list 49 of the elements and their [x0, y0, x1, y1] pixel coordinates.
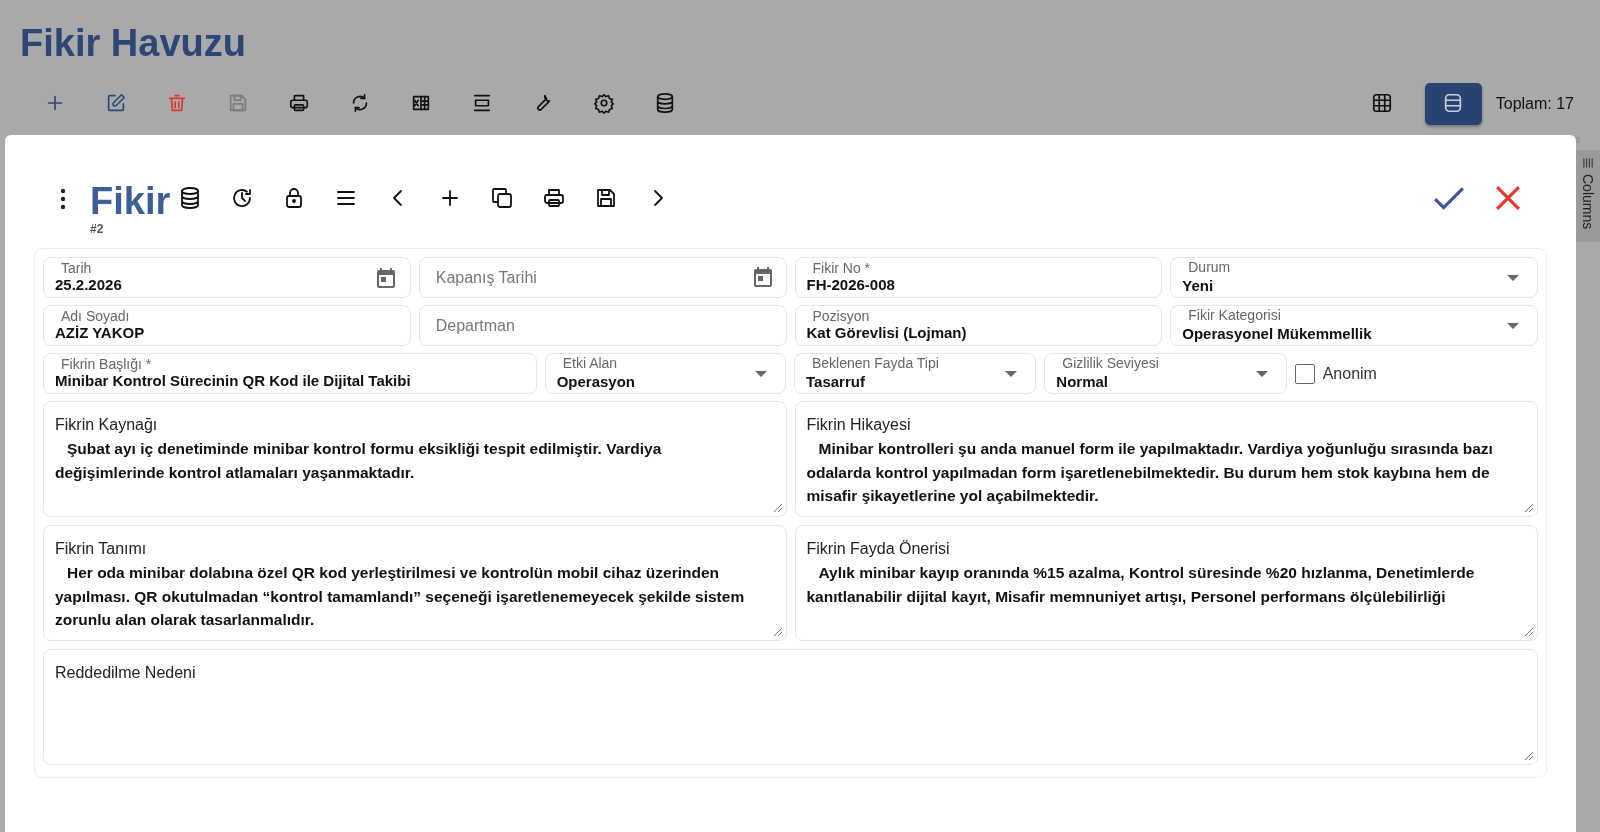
resize-handle-icon[interactable] [773, 628, 782, 636]
database-icon[interactable] [178, 186, 202, 210]
text-field[interactable]: Adı Soyadı AZİZ YAKOP [43, 305, 411, 346]
text-field[interactable]: Fikrin Başlığı * Minibar Kontrol Sürecinin QR Kod ile Dijital Takibi [43, 353, 537, 394]
copy-icon[interactable] [490, 186, 514, 210]
close-icon[interactable] [1495, 185, 1521, 211]
dropdown-field[interactable]: Etki Alan Operasyon [544, 353, 786, 394]
text-area[interactable]: Fikrin Fayda Önerisi Aylık minibar kayıp oranında %15 azalma, Kontrol süresinde %20 hızlanma, Denetimlerde kanıtlanabilir dijital kayıt, Misafir memnuniyet artışı, Personel performans ölçülebilirliği [794, 525, 1538, 641]
page-title: Fikir Havuzu [20, 21, 247, 66]
history-icon[interactable] [230, 186, 254, 210]
columns-side-tab[interactable]: Columns [1576, 150, 1600, 242]
resize-handle-icon[interactable] [1525, 628, 1533, 636]
resize-handle-icon[interactable] [1525, 504, 1533, 512]
anonymous-checkbox[interactable] [1294, 363, 1315, 384]
text-field[interactable]: Fikir No * FH-2026-008 [794, 257, 1163, 298]
database-icon[interactable] [654, 91, 676, 114]
text-field[interactable]: Pozisyon Kat Görevlisi (Lojman) [794, 305, 1163, 346]
checkbox-label: Anonim [1322, 364, 1377, 383]
dropdown-field[interactable]: Durum Yeni [1170, 257, 1538, 298]
resize-handle-icon[interactable] [1525, 752, 1533, 760]
settings-icon[interactable] [593, 91, 615, 114]
side-tab-label[interactable]: Columns [1580, 174, 1596, 230]
printer-icon[interactable] [542, 186, 566, 210]
date-field[interactable]: Tarih 25.2.2026 [43, 257, 411, 298]
text-area[interactable]: Reddedilme Nedeni [43, 649, 1538, 765]
total-count: Toplam: 17 [1495, 95, 1574, 113]
list-view-button[interactable] [1424, 83, 1482, 125]
more-icon[interactable] [60, 188, 66, 210]
text-area[interactable]: Fikrin Tanımı Her oda minibar dolabına özel QR kod yerleştirilmesi ve kontrolün mobil cihaz üzerinden yapılması. QR okutulmadan “kontrol tamamlandı” seçeneği işaretlenemeyecek şekilde sistem zorunlu alan olarak tasarlanmalıdır. [43, 525, 787, 641]
text-area[interactable]: Fikrin Kaynağı Şubat ayı iç denetiminde minibar kontrol formu eksikliği tespit edilmiştir. Vardiya değişimlerinde kontrol atlamaları yaşanmaktadır. [43, 401, 787, 517]
dropdown-field[interactable]: Fikir Kategorisi Operasyonel Mükemmellik [1170, 305, 1538, 346]
caret-icon[interactable] [755, 370, 767, 377]
resize-handle-icon[interactable] [773, 504, 782, 512]
dialog-title: Fikir [90, 180, 172, 222]
caret-icon[interactable] [1255, 370, 1268, 377]
date-field[interactable]: Kapanış Tarihi [418, 257, 787, 298]
caret-icon[interactable] [1507, 322, 1519, 329]
grid-icon[interactable] [1371, 91, 1394, 114]
text-area[interactable]: Fikrin Hikayesi Minibar kontrolleri şu anda manuel form ile yapılmaktadır. Vardiya yoğunluğu sırasında bazı odalarda kontrol yapılmadan form işaretlenebilmektedir. Bu durum hem stok kaybına hem de misafir şikayetlerine yol açabilmektedir. [794, 401, 1538, 517]
dropdown-field[interactable]: Gizlilik Seviyesi Normal [1044, 353, 1287, 394]
record-number: #2 [90, 222, 105, 236]
columns-icon[interactable] [1582, 158, 1594, 168]
caret-icon[interactable] [1005, 370, 1018, 377]
edit-icon[interactable] [105, 91, 127, 114]
save-icon[interactable] [594, 186, 618, 210]
caret-icon[interactable] [1507, 274, 1519, 281]
dropdown-field[interactable]: Beklenen Fayda Tipi Tasarruf [794, 353, 1037, 394]
text-field[interactable]: Departman [418, 305, 787, 346]
confirm-icon[interactable] [1433, 185, 1465, 211]
